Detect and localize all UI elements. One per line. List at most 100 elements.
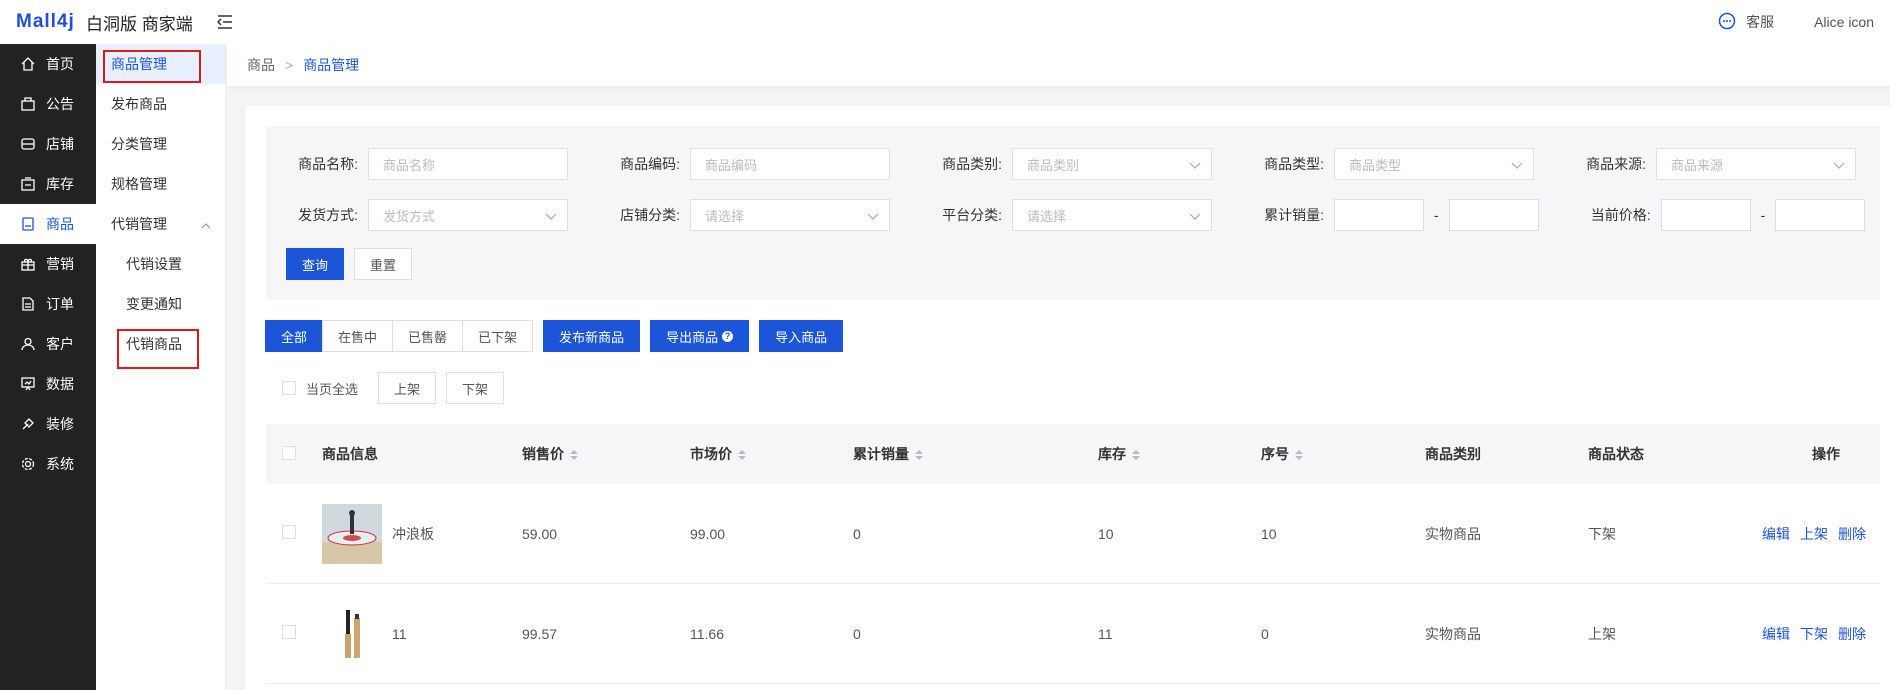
filter-label: 平台分类: bbox=[942, 207, 1002, 223]
goods-name-input[interactable]: 商品名称 bbox=[368, 148, 568, 180]
nav-item-goods[interactable]: 商品 bbox=[0, 204, 96, 244]
filter-label: 商品编码: bbox=[620, 156, 680, 172]
nav-label: 营销 bbox=[46, 256, 74, 272]
platform-category-select[interactable]: 请选择 bbox=[1012, 199, 1212, 231]
sale-price: 99.57 bbox=[522, 625, 558, 642]
chevron-down-icon bbox=[1833, 158, 1845, 173]
column-header-sortable[interactable]: 库存 bbox=[1098, 444, 1261, 464]
chevron-down-icon bbox=[545, 209, 557, 224]
subnav-item-goods-manage[interactable]: 商品管理 bbox=[96, 44, 225, 84]
customer-service-button[interactable]: 客服 bbox=[1718, 12, 1774, 33]
edit-link[interactable]: 编辑 bbox=[1762, 526, 1790, 542]
nav-item-customers[interactable]: 客户 bbox=[0, 324, 96, 364]
export-goods-button[interactable]: 导出商品 ? bbox=[650, 320, 750, 352]
tab-off-shelf[interactable]: 已下架 bbox=[462, 320, 534, 352]
filter-label: 当前价格: bbox=[1590, 207, 1651, 223]
product-thumbnail[interactable] bbox=[322, 603, 382, 664]
sequence: 0 bbox=[1261, 625, 1269, 642]
query-button[interactable]: 查询 bbox=[286, 248, 345, 280]
shop-category-select[interactable]: 请选择 bbox=[690, 199, 890, 231]
order-icon bbox=[20, 296, 36, 312]
filter-label: 发货方式: bbox=[298, 207, 358, 223]
column-header-sortable[interactable]: 销售价 bbox=[522, 444, 690, 464]
help-icon: ? bbox=[722, 330, 734, 342]
nav-item-decorate[interactable]: 装修 bbox=[0, 404, 96, 444]
logo: Mall4j bbox=[16, 11, 75, 32]
nav-item-shop[interactable]: 店铺 bbox=[0, 124, 96, 164]
subnav-item-change-notice[interactable]: 变更通知 bbox=[96, 284, 225, 324]
total-sales: 0 bbox=[853, 625, 861, 642]
nav-item-notice[interactable]: 公告 bbox=[0, 84, 96, 124]
nav-label: 订单 bbox=[46, 296, 74, 312]
reset-button[interactable]: 重置 bbox=[354, 248, 413, 280]
row-checkbox[interactable] bbox=[282, 525, 296, 539]
nav-item-data[interactable]: 数据 bbox=[0, 364, 96, 404]
header-checkbox[interactable] bbox=[282, 445, 296, 460]
product-category: 实物商品 bbox=[1425, 625, 1481, 642]
row-checkbox[interactable] bbox=[282, 625, 296, 639]
column-header: 操作 bbox=[1812, 446, 1840, 462]
product-thumbnail[interactable] bbox=[322, 503, 382, 564]
price-min-input[interactable] bbox=[1660, 199, 1751, 231]
batch-actions: 当页全选 上架 下架 bbox=[282, 372, 514, 404]
breadcrumb-item[interactable]: 商品 bbox=[247, 55, 275, 75]
goods-source-select[interactable]: 商品来源 bbox=[1656, 148, 1856, 180]
column-header-sortable[interactable]: 累计销量 bbox=[853, 444, 1098, 464]
batch-off-shelf-button[interactable]: 下架 bbox=[446, 372, 505, 404]
sort-icon bbox=[1132, 450, 1140, 461]
edit-link[interactable]: 编辑 bbox=[1762, 626, 1790, 642]
data-icon bbox=[20, 376, 36, 392]
gift-icon bbox=[20, 256, 36, 272]
delete-link[interactable]: 删除 bbox=[1838, 526, 1866, 542]
filter-label: 商品类别: bbox=[942, 156, 1002, 172]
subnav-item-publish[interactable]: 发布商品 bbox=[96, 84, 225, 124]
on-shelf-link[interactable]: 上架 bbox=[1800, 526, 1828, 542]
market-price: 99.00 bbox=[690, 525, 726, 542]
total-sales: 0 bbox=[853, 525, 861, 542]
tab-on-sale[interactable]: 在售中 bbox=[322, 320, 394, 352]
goods-type-select[interactable]: 商品类型 bbox=[1334, 148, 1534, 180]
sales-max-input[interactable] bbox=[1448, 199, 1539, 231]
market-price: 11.66 bbox=[690, 625, 724, 642]
tab-all[interactable]: 全部 bbox=[265, 320, 324, 352]
user-menu[interactable]: Alice icon bbox=[1814, 14, 1874, 30]
chevron-down-icon bbox=[867, 209, 879, 224]
nav-item-stock[interactable]: 库存 bbox=[0, 164, 96, 204]
goods-code-input[interactable]: 商品编码 bbox=[690, 148, 890, 180]
sort-icon bbox=[1295, 450, 1303, 461]
tab-sold-out[interactable]: 已售罄 bbox=[392, 320, 464, 352]
nav-label: 店铺 bbox=[46, 136, 74, 152]
collapse-menu-icon[interactable] bbox=[215, 12, 235, 32]
delivery-method-select[interactable]: 发货方式 bbox=[368, 199, 568, 231]
column-header-sortable[interactable]: 序号 bbox=[1261, 444, 1425, 464]
column-header: 商品状态 bbox=[1588, 446, 1644, 462]
select-all-checkbox[interactable] bbox=[282, 381, 296, 395]
subnav-item-consign-goods[interactable]: 代销商品 bbox=[96, 324, 225, 364]
sales-min-input[interactable] bbox=[1334, 199, 1424, 231]
delete-link[interactable]: 删除 bbox=[1838, 626, 1866, 642]
subnav-item-consign-settings[interactable]: 代销设置 bbox=[96, 244, 225, 284]
settings-icon bbox=[20, 456, 36, 472]
main-nav: 首页 公告 店铺 库存 商品 营销 订单 客户 数据 装修 系统 bbox=[0, 44, 96, 690]
subnav-group-consign[interactable]: 代销管理 bbox=[96, 204, 225, 244]
subnav-item-category[interactable]: 分类管理 bbox=[96, 124, 225, 164]
nav-item-orders[interactable]: 订单 bbox=[0, 284, 96, 324]
filter-label: 累计销量: bbox=[1264, 207, 1324, 223]
product-name: 11 bbox=[392, 625, 407, 642]
nav-item-home[interactable]: 首页 bbox=[0, 44, 96, 84]
off-shelf-link[interactable]: 下架 bbox=[1800, 626, 1828, 642]
nav-item-system[interactable]: 系统 bbox=[0, 444, 96, 484]
select-all-label: 当页全选 bbox=[306, 381, 359, 397]
goods-category-select[interactable]: 商品类别 bbox=[1012, 148, 1212, 180]
subnav-item-spec[interactable]: 规格管理 bbox=[96, 164, 225, 204]
export-label: 导出商品 bbox=[666, 329, 719, 345]
sort-icon bbox=[738, 450, 746, 461]
column-header-sortable[interactable]: 市场价 bbox=[690, 444, 853, 464]
batch-on-shelf-button[interactable]: 上架 bbox=[378, 372, 437, 404]
price-max-input[interactable] bbox=[1775, 199, 1866, 231]
breadcrumb-current: 商品管理 bbox=[303, 57, 360, 73]
import-goods-button[interactable]: 导入商品 bbox=[759, 320, 844, 352]
publish-goods-button[interactable]: 发布新商品 bbox=[543, 320, 641, 352]
nav-label: 公告 bbox=[46, 96, 74, 112]
nav-item-marketing[interactable]: 营销 bbox=[0, 244, 96, 284]
